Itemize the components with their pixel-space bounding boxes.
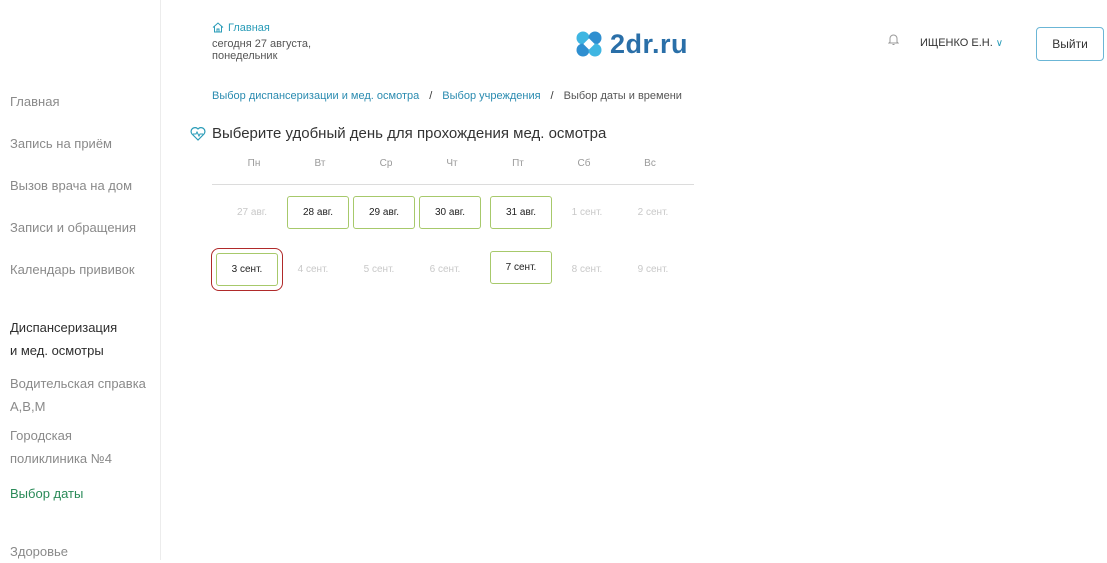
- home-link[interactable]: Главная: [212, 22, 270, 34]
- breadcrumb-current: Выбор даты и времени: [563, 90, 682, 102]
- weekday-label: Вт: [314, 158, 326, 169]
- sidebar-item-label: поликлиника №4: [10, 451, 112, 466]
- weekday-label: Чт: [446, 158, 458, 169]
- logo[interactable]: 2dr.ru: [574, 28, 688, 60]
- logo-text: 2dr.ru: [610, 28, 689, 59]
- sidebar-item-home-visit[interactable]: Вызов врача на дом: [10, 174, 132, 197]
- sidebar-item-date-select[interactable]: Выбор даты: [10, 482, 83, 505]
- sidebar-item-records[interactable]: Записи и обращения: [10, 216, 136, 239]
- breadcrumb-institution-select[interactable]: Выбор учреждения: [442, 90, 540, 102]
- weekday-label: Пт: [512, 158, 524, 169]
- weekday-label: Сб: [577, 158, 591, 169]
- user-menu[interactable]: ИЩЕНКО Е.Н. ∨: [920, 37, 1003, 49]
- chevron-down-icon: ∨: [995, 38, 1004, 49]
- sidebar-item-clinic[interactable]: Городская поликлиника №4: [10, 424, 112, 470]
- sidebar-item-label: А,В,М: [10, 399, 46, 414]
- calendar-day-unavailable: 9 сент.: [637, 264, 669, 275]
- logo-icon: [576, 31, 602, 57]
- calendar-day-available[interactable]: 29 авг.: [353, 196, 415, 229]
- sidebar-item-driver-cert[interactable]: Водительская справка А,В,М: [10, 372, 146, 418]
- current-weekday-line: понедельник: [212, 50, 278, 62]
- sidebar-item-checkups[interactable]: Диспансеризация и мед. осмотры: [10, 316, 117, 362]
- breadcrumb-separator: /: [429, 90, 433, 102]
- sidebar-item-appointment[interactable]: Запись на приём: [10, 132, 112, 155]
- sidebar-item-label: Диспансеризация: [10, 320, 118, 335]
- breadcrumb: Выбор диспансеризации и мед. осмотра / Выб…: [212, 90, 682, 102]
- notifications-button[interactable]: [887, 33, 900, 51]
- calendar-day-available[interactable]: 31 авг.: [490, 196, 552, 229]
- weekday-label: Ср: [379, 158, 393, 169]
- logout-button[interactable]: Выйти: [1036, 27, 1104, 61]
- user-name: ИЩЕНКО Е.Н.: [920, 37, 993, 49]
- breadcrumb-separator: /: [550, 90, 554, 102]
- calendar-day-unavailable: 6 сент.: [429, 264, 461, 275]
- calendar-day-available[interactable]: 7 сент.: [490, 251, 552, 284]
- calendar-day-unavailable: 5 сент.: [363, 264, 395, 275]
- calendar-day-unavailable: 1 сент.: [571, 207, 603, 218]
- current-date-line: сегодня 27 августа,: [212, 38, 311, 50]
- page-title-text: Выберите удобный день для прохождения ме…: [212, 125, 607, 142]
- sidebar-item-label: Водительская справка: [10, 376, 146, 391]
- sidebar-item-vaccines[interactable]: Календарь прививок: [10, 258, 135, 281]
- calendar-day-unavailable: 8 сент.: [571, 264, 603, 275]
- breadcrumb-checkup-select[interactable]: Выбор диспансеризации и мед. осмотра: [212, 90, 419, 102]
- home-link-label: Главная: [228, 22, 270, 34]
- sidebar-item-home[interactable]: Главная: [10, 90, 59, 113]
- heart-pulse-icon: [190, 127, 206, 141]
- calendar-day-unavailable: 2 сент.: [637, 207, 669, 218]
- sidebar-item-label: Городская: [10, 428, 72, 443]
- weekday-label: Пн: [247, 158, 261, 169]
- bell-icon: [887, 34, 900, 45]
- current-date: сегодня 27 августа, понедельник: [212, 38, 311, 62]
- weekday-label: Вс: [644, 158, 656, 169]
- calendar-day-available[interactable]: 28 авг.: [287, 196, 349, 229]
- calendar-day-unavailable: 4 сент.: [297, 264, 329, 275]
- calendar-day-selected[interactable]: 3 сент.: [211, 248, 283, 291]
- calendar-divider: [212, 184, 694, 185]
- home-icon: [212, 22, 224, 33]
- page-title: Выберите удобный день для прохождения ме…: [190, 125, 606, 142]
- sidebar-item-label: и мед. осмотры: [10, 343, 104, 358]
- calendar-day-available[interactable]: 30 авг.: [419, 196, 481, 229]
- calendar-day-unavailable: 27 авг.: [237, 207, 267, 218]
- sidebar: Главная Запись на приём Вызов врача на д…: [0, 0, 161, 560]
